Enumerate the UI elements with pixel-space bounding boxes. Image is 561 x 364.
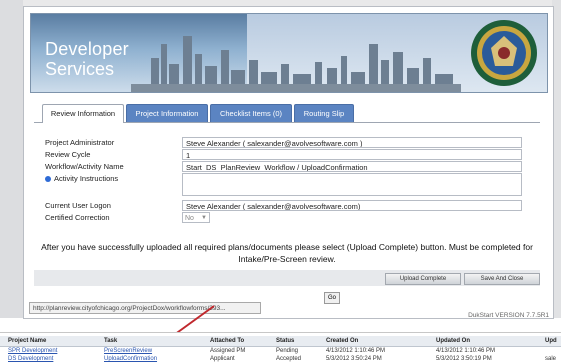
upload-notice: After you have successfully uploaded all… <box>41 242 533 264</box>
window-frame-left <box>0 0 23 318</box>
col-created-on[interactable]: Created On <box>326 336 358 346</box>
workflow-form-window: Developer Services Review Information Pr… <box>23 6 554 319</box>
task-created-on: 5/3/2012 3:50:24 PM <box>326 356 382 362</box>
chevron-down-icon: ▼ <box>201 215 207 221</box>
task-project-link[interactable]: DS Development <box>8 355 53 364</box>
workflow-activity-label: Workflow/Activity Name <box>45 162 124 171</box>
project-admin-field: Steve Alexander ( salexander@avolvesoftw… <box>182 137 522 148</box>
certified-correction-select[interactable]: No ▼ <box>182 212 210 223</box>
tab-project-information[interactable]: Project Information <box>126 104 208 122</box>
review-cycle-label: Review Cycle <box>45 150 91 159</box>
task-updated-on: 5/3/2012 3:50:19 PM <box>436 356 492 362</box>
banner-brand: Developer Services <box>45 40 129 78</box>
activity-instructions-textarea[interactable] <box>182 173 522 196</box>
col-attached-to[interactable]: Attached To <box>210 336 244 346</box>
developer-services-banner: Developer Services <box>30 13 548 93</box>
city-seal-icon <box>471 20 537 86</box>
tab-routing-slip[interactable]: Routing Slip <box>294 104 354 122</box>
current-user-field: Steve Alexander ( salexander@avolvesoftw… <box>182 200 522 211</box>
task-table-header: Project Name Task Attached To Status Cre… <box>0 336 561 347</box>
col-project-name[interactable]: Project Name <box>8 336 46 346</box>
info-icon[interactable] <box>45 176 51 183</box>
review-cycle-field: 1 <box>182 149 522 160</box>
col-updated-on[interactable]: Updated On <box>436 336 470 346</box>
upload-complete-button[interactable]: Upload Complete <box>385 273 461 285</box>
current-user-label: Current User Logon <box>45 201 111 210</box>
chicago-skyline-image <box>131 36 461 92</box>
tab-checklist-items[interactable]: Checklist Items (0) <box>210 104 292 122</box>
review-information-form: Project Administrator Steve Alexander ( … <box>34 123 540 231</box>
workflow-activity-field: Start_DS_PlanReview_Workflow / UploadCon… <box>182 161 522 172</box>
activity-instructions-text: Activity Instructions <box>54 174 119 183</box>
task-attached-to: Applicant <box>210 356 235 362</box>
tab-review-information[interactable]: Review Information <box>42 104 124 123</box>
task-status: Accepted <box>276 356 302 362</box>
save-and-close-button[interactable]: Save And Close <box>464 273 540 285</box>
task-updated-by: sale <box>545 356 557 362</box>
task-list-panel: Project Name Task Attached To Status Cre… <box>0 332 561 363</box>
activity-instructions-label: Activity Instructions <box>45 174 118 183</box>
certified-correction-value: No <box>185 215 194 222</box>
brand-title-line1: Developer <box>45 39 129 59</box>
tab-strip: Review Information Project Information C… <box>34 104 540 123</box>
brand-title-line2: Services <box>45 59 115 79</box>
go-button[interactable]: Go <box>324 292 340 304</box>
project-admin-label: Project Administrator <box>45 138 115 147</box>
certified-correction-label: Certified Correction <box>45 213 110 222</box>
col-status[interactable]: Status <box>276 336 294 346</box>
task-name-link[interactable]: UploadConfirmation <box>104 355 157 364</box>
version-label: DukStart VERSION 7.7.5R1 <box>468 312 549 319</box>
col-updated-by[interactable]: Upd <box>545 336 557 346</box>
col-task[interactable]: Task <box>104 336 117 346</box>
